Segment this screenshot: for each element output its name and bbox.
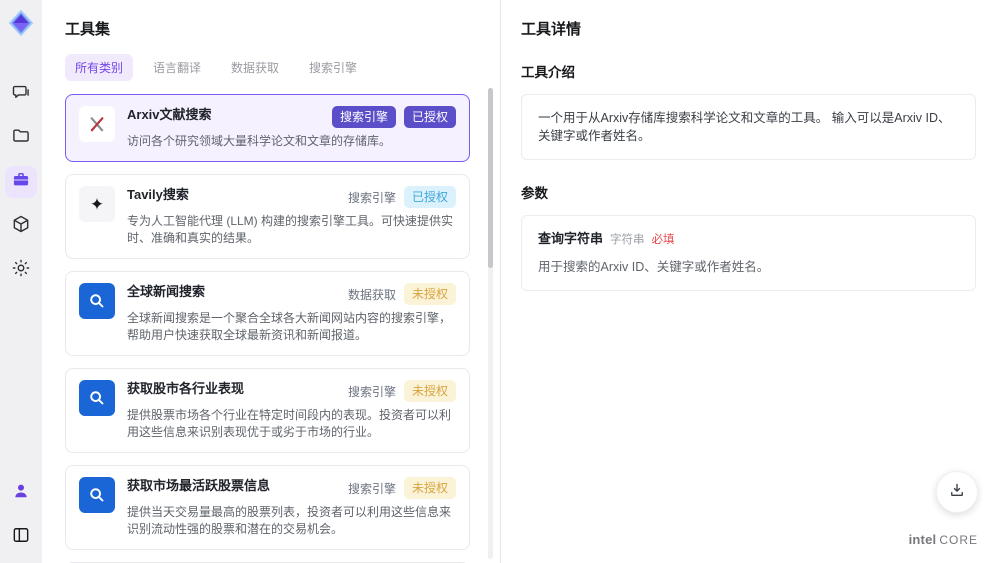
category-tabs: 所有类别 语言翻译 数据获取 搜索引擎	[65, 54, 482, 81]
param-required-badge: 必填	[651, 234, 675, 246]
tool-card-tavily[interactable]: ✦ Tavily搜索 搜索引擎 已授权 专为人工智能代理 (LLM) 构建的搜索…	[65, 174, 470, 259]
tool-description: 提供当天交易量最高的股票列表，投资者可以利用这些信息来识别流动性强的股票和潜在的…	[127, 505, 452, 536]
cube-icon	[11, 214, 31, 239]
tool-description: 全球新闻搜索是一个聚合全球各大新闻网站内容的搜索引擎，帮助用户快速获取全球最新资…	[127, 311, 452, 342]
tool-description: 专为人工智能代理 (LLM) 构建的搜索引擎工具。可快速提供实时、准确和真实的结…	[127, 214, 454, 245]
chat-icon	[11, 82, 31, 107]
panel-icon	[11, 525, 31, 550]
sidebar-item-collapse[interactable]	[5, 521, 37, 553]
folder-icon	[11, 126, 31, 151]
status-badge: 未授权	[403, 283, 456, 305]
search-globe-icon	[79, 283, 115, 319]
category-label: 数据获取	[347, 287, 396, 302]
user-icon	[11, 481, 31, 506]
tool-list-panel: 工具集 所有类别 语言翻译 数据获取 搜索引擎 Arxiv文献搜索 搜索引擎 已…	[42, 0, 500, 563]
gem-logo-icon	[8, 9, 34, 37]
status-badge: 已授权	[403, 106, 456, 128]
page-title: 工具集	[65, 21, 111, 38]
gear-icon	[11, 258, 31, 283]
tool-card-arxiv[interactable]: Arxiv文献搜索 搜索引擎 已授权 访问各个研究领域大量科学论文和文章的存储库…	[65, 94, 470, 162]
briefcase-icon	[11, 170, 31, 195]
sidebar-nav	[5, 78, 37, 286]
intel-core-logo: intel core	[909, 532, 978, 547]
tool-detail-panel: 工具详情 工具介绍 一个用于从Arxiv存储库搜索科学论文和文章的工具。 输入可…	[500, 0, 1000, 563]
param-type: 字符串	[610, 234, 645, 246]
params-heading: 参数	[521, 186, 548, 201]
search-chart-icon	[79, 380, 115, 416]
tavily-star-icon: ✦	[79, 186, 115, 222]
tab-search-engine[interactable]: 搜索引擎	[299, 54, 367, 81]
brand-core: core	[939, 533, 978, 547]
category-label: 搜索引擎	[347, 384, 396, 399]
intro-box: 一个用于从Arxiv存储库搜索科学论文和文章的工具。 输入可以是Arxiv ID…	[521, 94, 976, 160]
sidebar-item-files[interactable]	[5, 122, 37, 154]
sidebar-item-tools[interactable]	[5, 166, 37, 198]
status-badge: 未授权	[403, 380, 456, 402]
sidebar-item-packages[interactable]	[5, 210, 37, 242]
scrollbar-thumb[interactable]	[488, 88, 493, 268]
intro-heading: 工具介绍	[521, 65, 575, 80]
param-name: 查询字符串	[538, 231, 604, 246]
category-label: 搜索引擎	[347, 190, 396, 205]
search-stock-icon	[79, 477, 115, 513]
sidebar	[0, 0, 42, 563]
category-label: 搜索引擎	[347, 481, 396, 496]
category-badge: 搜索引擎	[331, 106, 396, 128]
param-description: 用于搜索的Arxiv ID、关键字或作者姓名。	[538, 260, 770, 274]
tool-title: Tavily搜索	[127, 187, 189, 202]
tab-all-categories[interactable]: 所有类别	[65, 54, 134, 81]
intro-text: 一个用于从Arxiv存储库搜索科学论文和文章的工具。 输入可以是Arxiv ID…	[538, 111, 951, 143]
brand-intel: intel	[908, 532, 937, 547]
tool-title: 获取市场最活跃股票信息	[127, 478, 271, 493]
tool-title: 获取股市各行业表现	[127, 381, 245, 396]
status-badge: 已授权	[403, 186, 456, 208]
tool-description: 提供股票市场各个行业在特定时间段内的表现。投资者可以利用这些信息来识别表现优于或…	[127, 408, 452, 439]
list-scrollbar[interactable]	[488, 88, 493, 559]
sidebar-bottom	[5, 477, 37, 553]
download-button[interactable]	[936, 471, 978, 513]
download-icon	[948, 481, 966, 504]
param-box: 查询字符串 字符串 必填 用于搜索的Arxiv ID、关键字或作者姓名。	[521, 215, 976, 291]
app-logo	[6, 8, 36, 38]
tool-title: 全球新闻搜索	[127, 284, 206, 299]
arxiv-icon	[79, 106, 115, 142]
tab-translation[interactable]: 语言翻译	[143, 54, 211, 81]
sidebar-item-chat[interactable]	[5, 78, 37, 110]
sidebar-item-account[interactable]	[5, 477, 37, 509]
status-badge: 未授权	[403, 477, 456, 499]
detail-title: 工具详情	[521, 21, 582, 38]
app-window: 工具集 所有类别 语言翻译 数据获取 搜索引擎 Arxiv文献搜索 搜索引擎 已…	[0, 0, 1000, 563]
tool-card-sector-performance[interactable]: 获取股市各行业表现 搜索引擎 未授权 提供股票市场各个行业在特定时间段内的表现。…	[65, 368, 470, 453]
tool-card-active-stocks[interactable]: 获取市场最活跃股票信息 搜索引擎 未授权 提供当天交易量最高的股票列表，投资者可…	[65, 465, 470, 550]
sidebar-item-settings[interactable]	[5, 254, 37, 286]
tool-title: Arxiv文献搜索	[127, 107, 212, 122]
tool-card-list: Arxiv文献搜索 搜索引擎 已授权 访问各个研究领域大量科学论文和文章的存储库…	[65, 94, 482, 563]
tool-card-global-news[interactable]: 全球新闻搜索 数据获取 未授权 全球新闻搜索是一个聚合全球各大新闻网站内容的搜索…	[65, 271, 470, 356]
tab-data-fetch[interactable]: 数据获取	[221, 54, 289, 81]
tool-description: 访问各个研究领域大量科学论文和文章的存储库。	[127, 134, 392, 148]
